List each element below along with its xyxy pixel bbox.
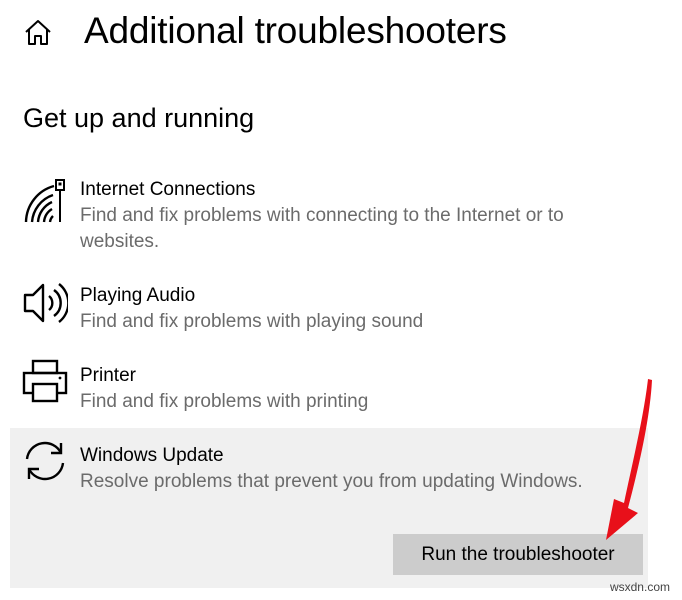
- troubleshooter-description: Find and fix problems with printing: [80, 391, 369, 412]
- printer-icon: [22, 359, 68, 403]
- wifi-signal-icon: [24, 179, 65, 223]
- home-icon[interactable]: [22, 16, 54, 48]
- troubleshooter-windows-update[interactable]: Windows Update Resolve problems that pre…: [10, 428, 648, 588]
- troubleshooter-description: Resolve problems that prevent you from u…: [80, 471, 583, 492]
- troubleshooter-name: Printer: [80, 365, 136, 386]
- troubleshooter-printer[interactable]: Printer Find and fix problems with print…: [0, 356, 682, 420]
- troubleshooter-name: Playing Audio: [80, 285, 196, 306]
- troubleshooter-playing-audio[interactable]: Playing Audio Find and fix problems with…: [0, 276, 682, 340]
- section-title: Get up and running: [23, 103, 255, 133]
- troubleshooter-name: Internet Connections: [80, 179, 256, 200]
- page-title: Additional troubleshooters: [84, 10, 507, 51]
- watermark: wsxdn.com: [609, 580, 670, 594]
- troubleshooter-description: Find and fix problems with playing sound: [80, 311, 424, 332]
- sync-icon: [25, 441, 65, 481]
- troubleshooter-description: Find and fix problems with connecting to…: [80, 205, 564, 252]
- troubleshooter-name: Windows Update: [80, 445, 224, 466]
- red-arrow-annotation: [606, 379, 652, 540]
- troubleshooter-internet-connections[interactable]: Internet Connections Find and fix proble…: [0, 168, 682, 258]
- speaker-icon: [23, 283, 68, 323]
